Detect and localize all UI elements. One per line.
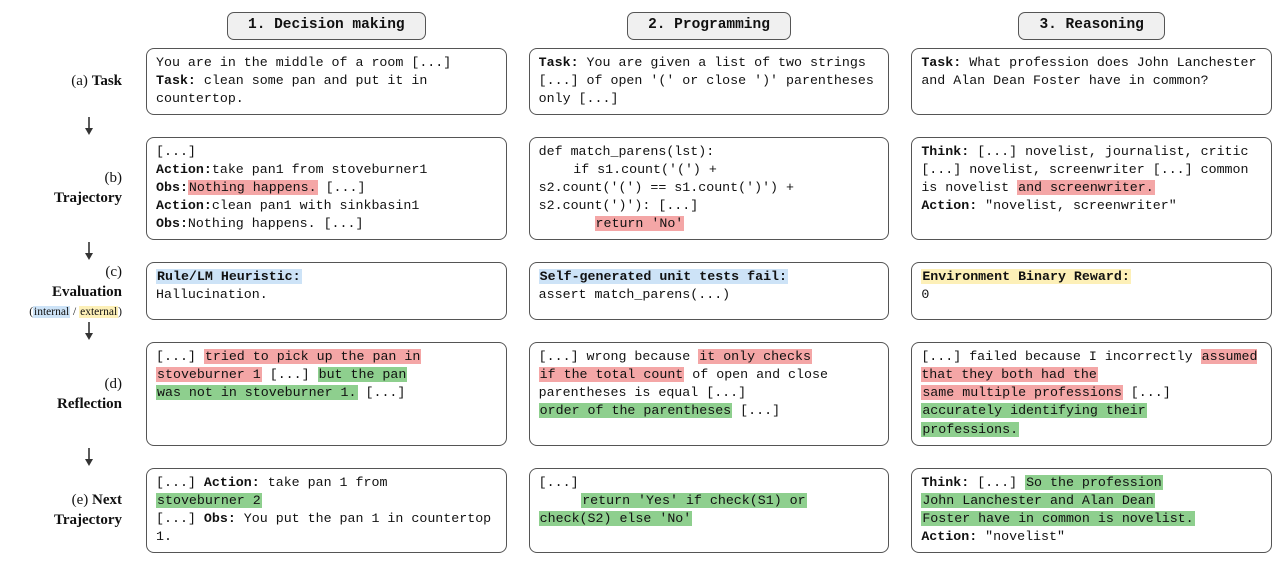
trajectory-box-decision: [...] Action:take pan1 from stoveburner1… <box>146 137 507 240</box>
flow-arrow <box>14 246 124 256</box>
eval-sublabel: (internal / external) <box>29 305 122 321</box>
column-header-2: 2. Programming <box>529 12 890 40</box>
reflection-box-reasoning: [...] failed because I incorrectly assum… <box>911 342 1272 445</box>
eval-box-reasoning: Environment Binary Reward: 0 <box>911 262 1272 320</box>
pill-label: 3. Reasoning <box>1018 12 1164 40</box>
next-box-programming: [...] return 'Yes' if check(S1) orcheck(… <box>529 468 890 553</box>
row-label-trajectory: (b) Trajectory <box>14 137 124 240</box>
next-box-reasoning: Think: [...] So the professionJohn Lanch… <box>911 468 1272 553</box>
reflection-box-decision: [...] tried to pick up the pan instovebu… <box>146 342 507 445</box>
row-label-next-trajectory: (e) Next Trajectory <box>14 468 124 553</box>
diagram-grid: 1. Decision making 2. Programming 3. Rea… <box>14 12 1272 553</box>
eval-box-decision: Rule/LM Heuristic: Hallucination. <box>146 262 507 320</box>
reflection-box-programming: [...] wrong because it only checksif the… <box>529 342 890 445</box>
row-label-task: (a) Task <box>14 48 124 115</box>
pill-label: 1. Decision making <box>227 12 426 40</box>
pill-label: 2. Programming <box>627 12 791 40</box>
flow-arrow <box>14 121 124 131</box>
flow-arrow <box>14 452 124 462</box>
column-header-3: 3. Reasoning <box>911 12 1272 40</box>
row-label-evaluation: (c) Evaluation (internal / external) <box>14 262 124 320</box>
task-box-programming: Task: You are given a list of two string… <box>529 48 890 115</box>
task-box-decision: You are in the middle of a room [...] Ta… <box>146 48 507 115</box>
flow-arrow <box>14 326 124 336</box>
row-label-reflection: (d) Reflection <box>14 342 124 445</box>
trajectory-box-programming: def match_parens(lst): if s1.count('(') … <box>529 137 890 240</box>
next-box-decision: [...] Action: take pan 1 fromstoveburner… <box>146 468 507 553</box>
eval-box-programming: Self-generated unit tests fail: assert m… <box>529 262 890 320</box>
column-header-1: 1. Decision making <box>146 12 507 40</box>
trajectory-box-reasoning: Think: [...] novelist, journalist, criti… <box>911 137 1272 240</box>
task-box-reasoning: Task: What profession does John Lanchest… <box>911 48 1272 115</box>
